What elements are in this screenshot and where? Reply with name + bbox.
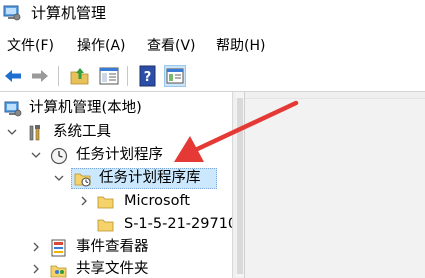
tree-item-computer-management-local[interactable]: 计算机管理(本地) xyxy=(0,98,232,120)
tree-item-task-scheduler[interactable]: 任务计划程序 xyxy=(0,145,232,167)
up-level-button[interactable] xyxy=(69,65,91,87)
navigation-tree: 计算机管理(本地) 系统工具 任务计划程序 任务计划程序库 Microsoft … xyxy=(0,92,232,278)
toolbar-separator xyxy=(127,66,128,86)
tree-item-label: 任务计划程序库 xyxy=(99,170,201,186)
tree-item-label: 共享文件夹 xyxy=(76,261,149,277)
details-pane-content xyxy=(245,98,425,278)
chevron-down-icon[interactable] xyxy=(30,148,42,162)
tree-item-label: 事件查看器 xyxy=(76,239,149,255)
tree-item-event-viewer[interactable]: 事件查看器 xyxy=(0,237,232,259)
toolbar-separator xyxy=(58,66,59,86)
folder-icon xyxy=(97,219,114,232)
back-button[interactable] xyxy=(2,65,24,87)
forward-button[interactable] xyxy=(29,65,51,87)
chevron-down-icon[interactable] xyxy=(53,171,65,185)
shared-folders-icon xyxy=(50,265,67,278)
up-folder-icon xyxy=(70,68,89,85)
tree-item-label: S-1-5-21-29710 xyxy=(124,216,232,232)
tree-item-label: 计算机管理(本地) xyxy=(29,100,142,116)
tree-item-sid-folder[interactable]: S-1-5-21-29710 xyxy=(0,214,232,236)
chevron-right-icon[interactable] xyxy=(78,194,90,208)
back-arrow-icon xyxy=(5,70,21,82)
title-bar: 计算机管理 xyxy=(0,0,425,30)
forward-arrow-icon xyxy=(32,70,48,82)
help-icon: ? xyxy=(139,65,156,87)
tools-icon xyxy=(29,125,40,141)
computer-management-icon xyxy=(4,101,22,117)
toolbar: ? xyxy=(0,61,425,91)
menu-action[interactable]: 操作(A) xyxy=(77,36,126,56)
tree-item-task-scheduler-library[interactable]: 任务计划程序库 xyxy=(0,168,232,190)
menu-help[interactable]: 帮助(H) xyxy=(216,36,265,56)
tree-item-label: 系统工具 xyxy=(53,124,111,140)
menu-view[interactable]: 查看(V) xyxy=(147,36,196,56)
tree-item-label: Microsoft xyxy=(124,193,190,209)
chevron-down-icon[interactable] xyxy=(6,125,18,139)
menu-file[interactable]: 文件(F) xyxy=(7,36,54,56)
window-title: 计算机管理 xyxy=(31,4,107,22)
tree-item-microsoft[interactable]: Microsoft xyxy=(0,191,232,213)
tree-item-system-tools[interactable]: 系统工具 xyxy=(0,122,232,144)
chevron-right-icon[interactable] xyxy=(30,262,42,276)
help-button[interactable]: ? xyxy=(137,65,159,87)
tree-item-shared-folders[interactable]: 共享文件夹 xyxy=(0,259,232,278)
svg-text:?: ? xyxy=(144,70,152,85)
scrollbar-thumb[interactable] xyxy=(237,98,243,274)
folder-clock-icon xyxy=(74,173,91,187)
folder-icon xyxy=(97,196,114,209)
details-pane xyxy=(244,92,425,278)
tree-item-label: 任务计划程序 xyxy=(76,147,163,163)
properties-button[interactable] xyxy=(164,65,186,87)
show-hide-tree-icon xyxy=(99,67,119,85)
tree-scrollbar[interactable] xyxy=(236,92,244,278)
menu-bar: 文件(F) 操作(A) 查看(V) 帮助(H) xyxy=(0,36,425,58)
event-viewer-icon xyxy=(51,239,66,257)
show-hide-tree-button[interactable] xyxy=(98,65,120,87)
chevron-right-icon[interactable] xyxy=(30,240,42,254)
properties-icon xyxy=(166,68,184,84)
computer-management-icon xyxy=(3,5,21,21)
clock-icon xyxy=(50,147,68,165)
